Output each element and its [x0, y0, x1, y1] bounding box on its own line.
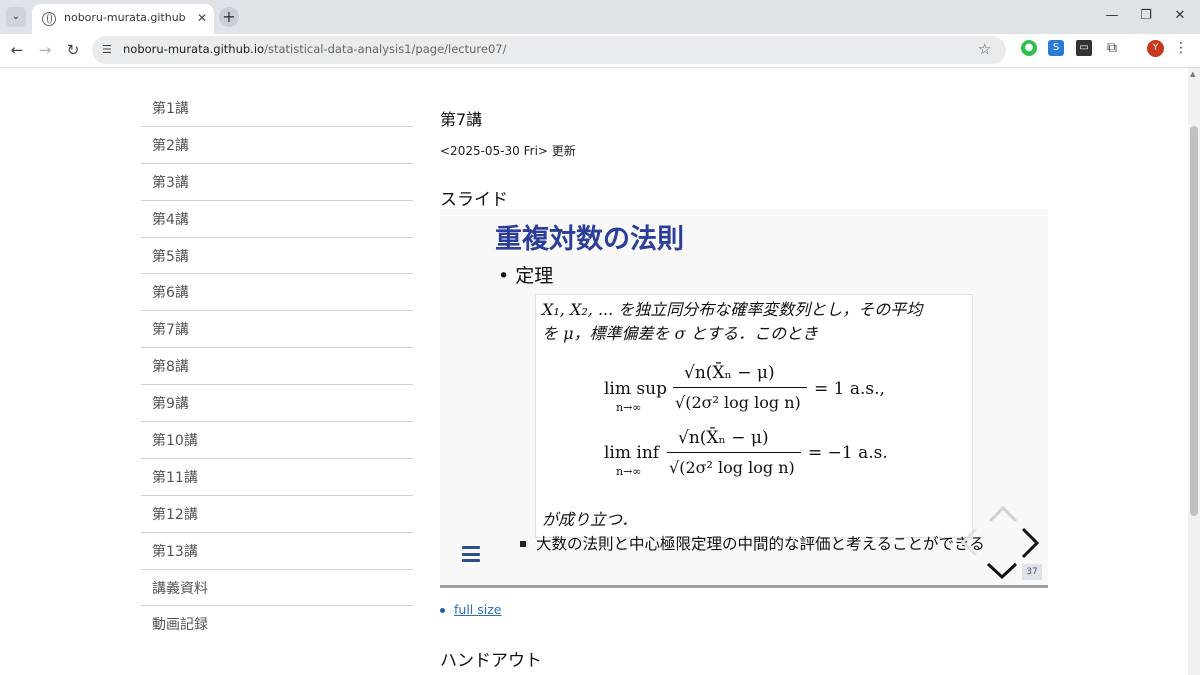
slide-down-arrow-icon[interactable] [986, 561, 1018, 579]
extension-s-icon[interactable]: S [1048, 40, 1064, 56]
eq1-numerator: √n(X̄ₙ − μ) [684, 363, 775, 383]
tab-search-button[interactable]: ⌄ [6, 7, 26, 27]
extensions-puzzle-icon[interactable]: ⧉ [1104, 40, 1120, 56]
eq2-denominator: √(2σ² log log n) [669, 458, 795, 477]
slide-up-arrow-icon[interactable] [988, 505, 1018, 523]
sidebar-item-lecture12[interactable]: 第12講 [141, 496, 413, 533]
theorem-line1: X₁, X₂, ... を独立同分布な確率変数列とし，その平均 [542, 300, 923, 319]
sidebar-item-videos[interactable]: 動画記録 [141, 606, 413, 643]
sidebar-item-lecture8[interactable]: 第8講 [141, 348, 413, 386]
tab-title: noboru-murata.github.io/statist [64, 11, 186, 24]
scroll-thumb[interactable] [1190, 126, 1198, 516]
scroll-up-icon[interactable]: ▲ [1190, 70, 1195, 78]
sidebar-item-lecture9[interactable]: 第9講 [141, 385, 413, 423]
eq2-subscript: n→∞ [616, 465, 642, 478]
eq2-numerator: √n(X̄ₙ − μ) [678, 428, 769, 448]
close-window-button[interactable]: ✕ [1168, 6, 1192, 26]
globe-icon [42, 12, 56, 26]
theorem-tail: が成り立つ． [542, 510, 638, 529]
minimize-button[interactable]: — [1100, 6, 1124, 26]
browser-menu-icon[interactable]: ⋮ [1174, 38, 1188, 58]
back-button[interactable]: ← [6, 39, 28, 61]
eq2-liminf: lim inf [604, 443, 660, 463]
browser-toolbar: ← → ↻ ☰ noboru-murata.github.io/statisti… [0, 34, 1200, 68]
eq2-rhs: = −1 a.s. [808, 443, 888, 463]
section-slide-heading: スライド [440, 190, 508, 210]
sidebar-item-lecture4[interactable]: 第4講 [141, 201, 413, 238]
sidebar-item-lecture10[interactable]: 第10講 [141, 422, 413, 459]
new-tab-button[interactable]: + [219, 7, 239, 27]
section-handout-heading: ハンドアウト [440, 651, 542, 671]
eq2-fraction-bar [667, 452, 801, 453]
lecture-sidebar: 第1講 第2講 第3講 第4講 第5講 第6講 第7講 第8講 第9講 第10講… [141, 90, 413, 643]
url-text[interactable]: noboru-murata.github.io/statistical-data… [123, 42, 506, 56]
sidebar-item-lecture13[interactable]: 第13講 [141, 533, 413, 570]
address-bar[interactable]: ☰ noboru-murata.github.io/statistical-da… [92, 36, 1006, 64]
sidebar-item-lecture11[interactable]: 第11講 [141, 459, 413, 496]
theorem-statement: X₁, X₂, ... を独立同分布な確率変数列とし，その平均 を μ，標準偏差… [542, 298, 970, 346]
slide-bullet-theorem: • 定理 [498, 265, 554, 287]
restore-button[interactable]: ❐ [1134, 6, 1158, 26]
forward-button[interactable]: → [34, 39, 56, 61]
tab-close-icon[interactable]: ✕ [194, 10, 210, 26]
bookmark-star-icon[interactable]: ☆ [978, 40, 991, 58]
theorem-box: X₁, X₂, ... を独立同分布な確率変数列とし，その平均 を μ，標準偏差… [535, 294, 973, 538]
full-size-link[interactable]: full size [454, 602, 501, 617]
sidebar-item-lecture6[interactable]: 第6講 [141, 274, 413, 312]
slide-title: 重複対数の法則 [495, 224, 684, 255]
slide-right-arrow-icon[interactable] [1020, 527, 1040, 559]
bullet-dot-icon [440, 608, 445, 613]
media-icon[interactable]: ▭ [1076, 40, 1092, 56]
tab-strip: ⌄ noboru-murata.github.io/statist ✕ + — … [0, 0, 1200, 34]
active-tab[interactable]: noboru-murata.github.io/statist ✕ [32, 4, 214, 34]
eq1-limsup: lim sup [604, 379, 667, 399]
sidebar-item-lecture3[interactable]: 第3講 [141, 164, 413, 201]
sidebar-item-lecture1[interactable]: 第1講 [141, 90, 413, 127]
slide-sub-bullet: 大数の法則と中心極限定理の中間的な評価と考えることができる [520, 535, 990, 553]
line-extension-icon[interactable]: ● [1021, 40, 1037, 56]
eq1-denominator: √(2σ² log log n) [675, 393, 801, 412]
update-date: <2025-05-30 Fri> 更新 [440, 144, 576, 158]
page-title: 第7講 [440, 110, 483, 129]
page-scrollbar[interactable]: ▲ [1188, 68, 1200, 675]
slide-viewer[interactable]: 重複対数の法則 • 定理 X₁, X₂, ... を独立同分布な確率変数列とし，… [440, 209, 1048, 587]
sidebar-item-lecture5[interactable]: 第5講 [141, 238, 413, 275]
eq1-fraction-bar [673, 387, 807, 388]
sidebar-item-materials[interactable]: 講義資料 [141, 570, 413, 607]
site-info-icon[interactable]: ☰ [102, 42, 116, 58]
eq1-subscript: n→∞ [616, 401, 642, 414]
slide-menu-icon[interactable] [462, 546, 480, 562]
reload-button[interactable]: ↻ [62, 39, 84, 61]
square-bullet-icon [520, 541, 526, 547]
full-size-item: full size [440, 602, 501, 617]
profile-avatar[interactable]: Y [1147, 40, 1164, 57]
sidebar-item-lecture2[interactable]: 第2講 [141, 127, 413, 164]
slide-left-arrow-icon[interactable] [960, 527, 978, 557]
sidebar-item-lecture7[interactable]: 第7講 [141, 311, 413, 349]
eq1-rhs: = 1 a.s., [814, 379, 885, 399]
slide-number: 37 [1022, 564, 1042, 580]
theorem-line2: を μ，標準偏差を σ とする．このとき [542, 324, 819, 343]
slide-progress-bar [440, 585, 1048, 588]
